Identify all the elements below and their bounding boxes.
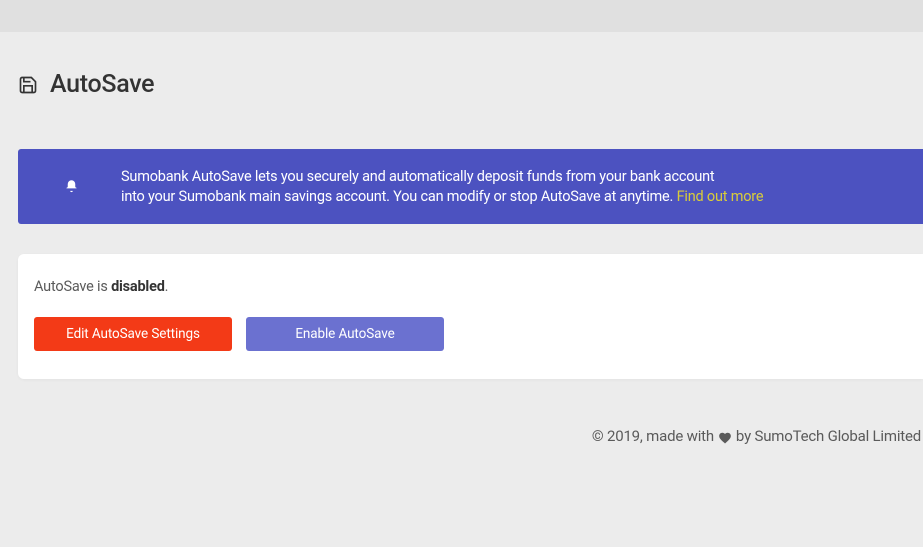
info-banner: Sumobank AutoSave lets you securely and … xyxy=(18,149,923,224)
enable-autosave-button[interactable]: Enable AutoSave xyxy=(246,317,444,351)
heart-icon xyxy=(718,427,732,445)
autosave-status: AutoSave is disabled. xyxy=(34,278,907,295)
save-icon xyxy=(18,75,38,95)
footer: © 2019, made with by SumoTech Global Lim… xyxy=(18,427,923,445)
find-out-more-link[interactable]: Find out more xyxy=(677,188,764,205)
edit-autosave-settings-button[interactable]: Edit AutoSave Settings xyxy=(34,317,232,351)
top-bar xyxy=(0,0,923,32)
banner-text: Sumobank AutoSave lets you securely and … xyxy=(121,167,763,206)
status-state: disabled xyxy=(111,278,165,295)
footer-part1: © 2019, made with xyxy=(592,427,714,445)
button-row: Edit AutoSave Settings Enable AutoSave xyxy=(34,317,907,351)
status-prefix: AutoSave is xyxy=(34,278,111,295)
status-suffix: . xyxy=(165,278,169,295)
page-title-row: AutoSave xyxy=(18,70,923,99)
banner-line-2: into your Sumobank main savings account.… xyxy=(121,188,677,205)
bell-icon xyxy=(64,179,79,194)
main-content: AutoSave Sumobank AutoSave lets you secu… xyxy=(0,32,923,445)
footer-part2: by SumoTech Global Limited xyxy=(736,427,921,445)
page-title: AutoSave xyxy=(50,70,154,99)
autosave-card: AutoSave is disabled. Edit AutoSave Sett… xyxy=(18,254,923,379)
banner-line-1: Sumobank AutoSave lets you securely and … xyxy=(121,168,714,185)
